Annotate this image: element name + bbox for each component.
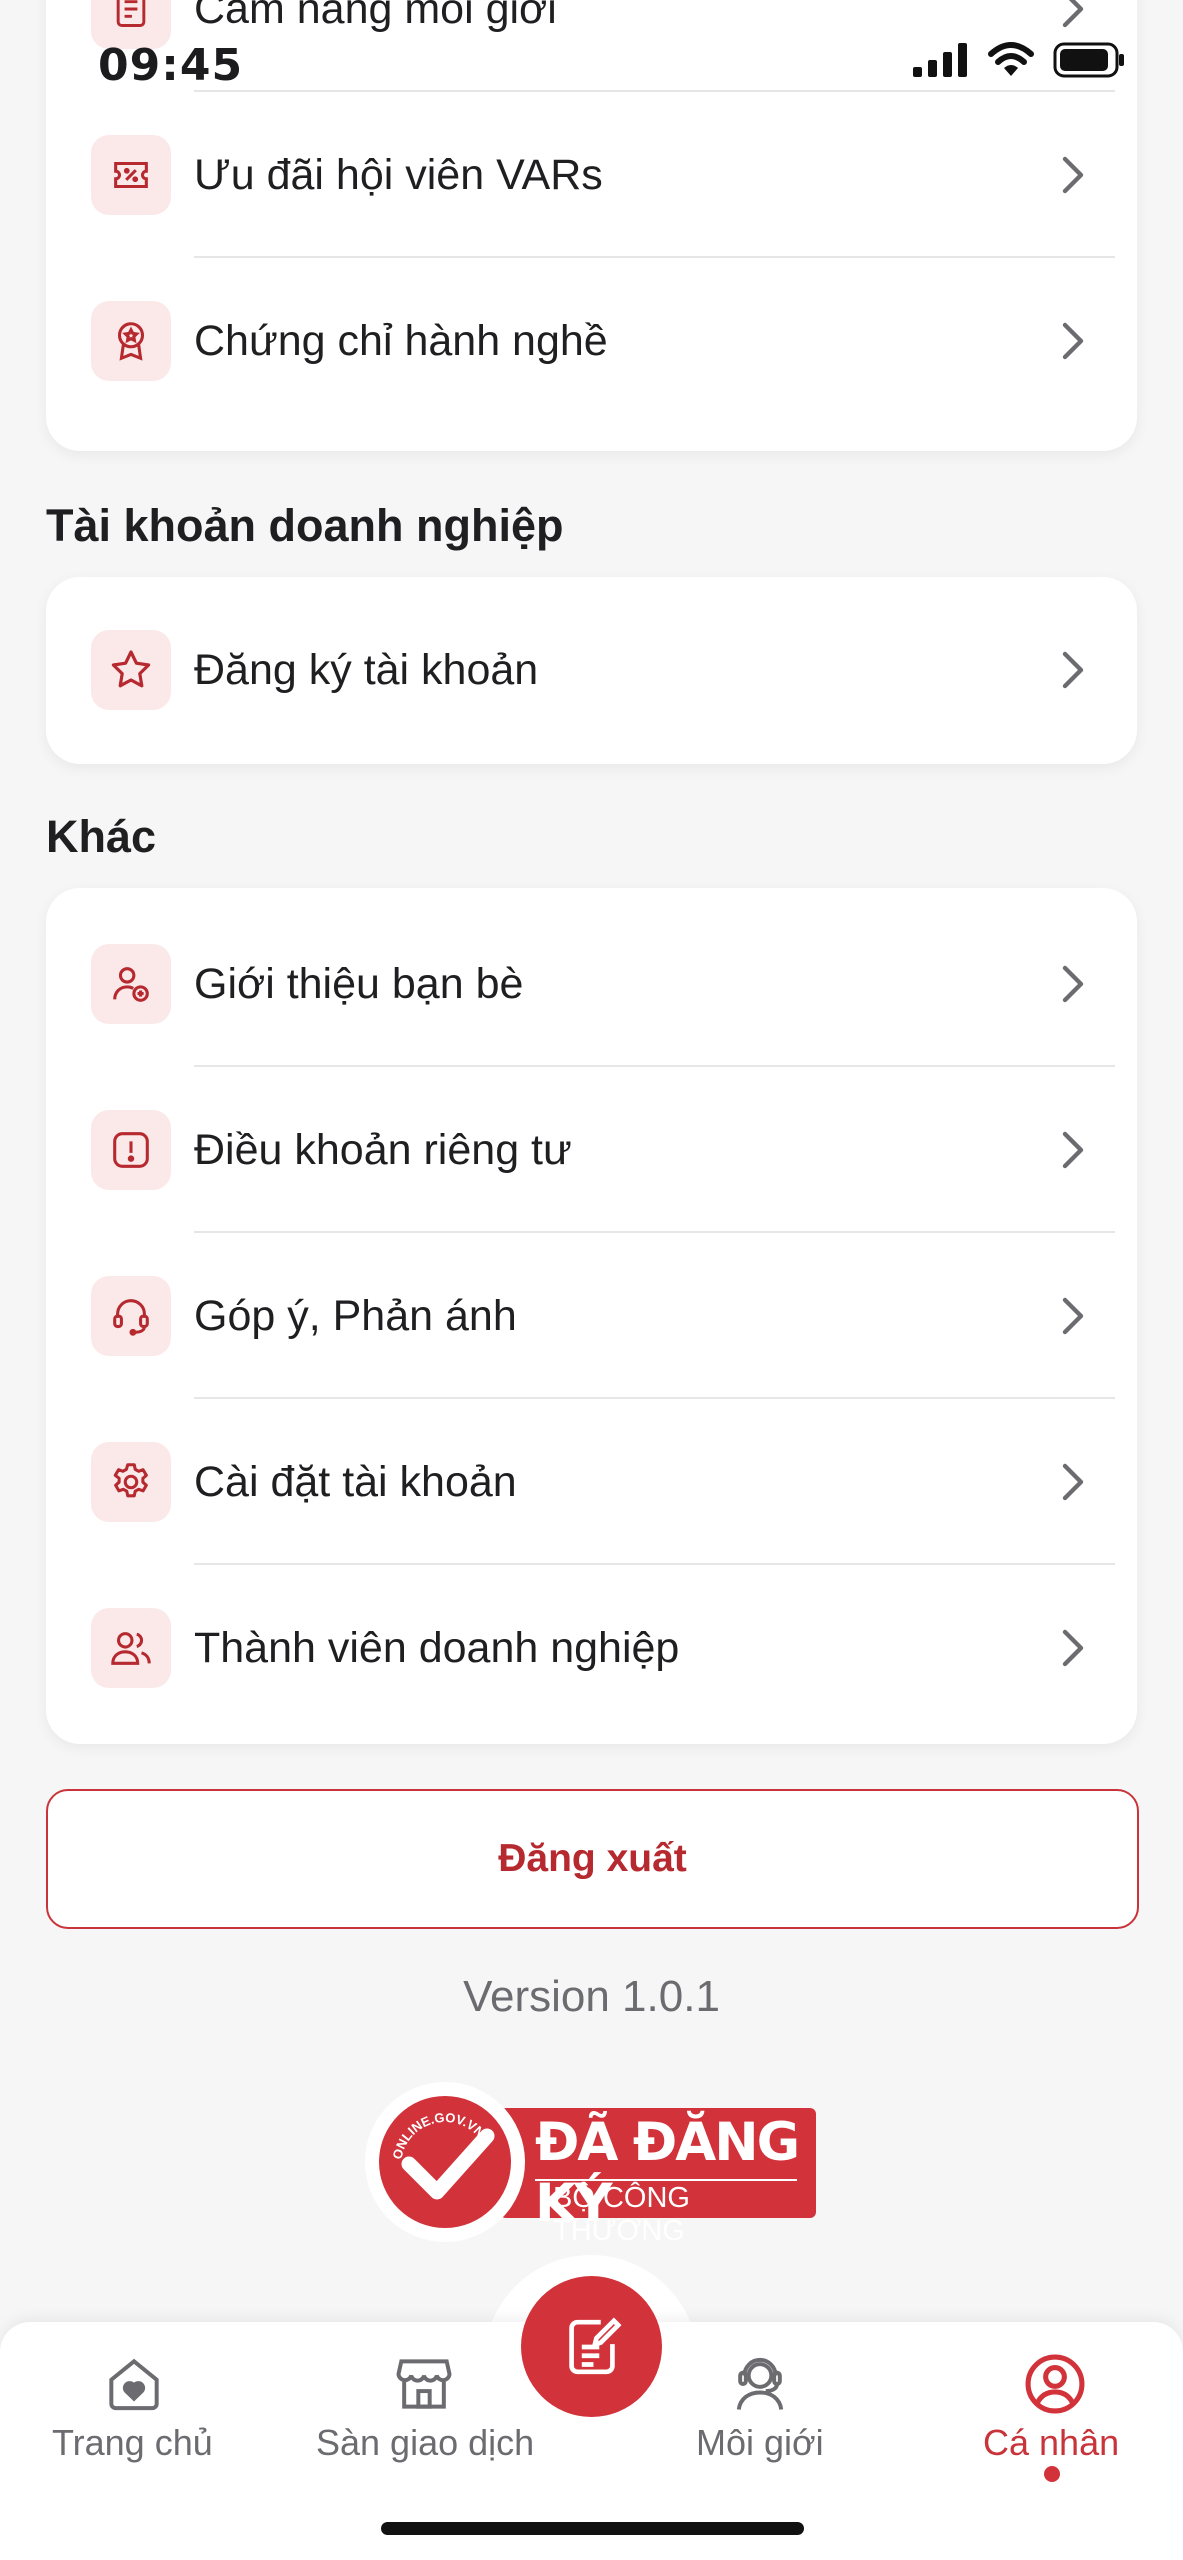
status-time: 09:45 bbox=[98, 40, 244, 91]
star-icon bbox=[91, 630, 171, 710]
tab-label: Cá nhân bbox=[983, 2422, 1120, 2463]
menu-item-label: Ưu đãi hội viên VARs bbox=[194, 151, 603, 199]
menu-item-label: Chứng chỉ hành nghề bbox=[194, 317, 608, 365]
chevron-right-icon bbox=[1062, 1463, 1084, 1501]
chevron-right-icon bbox=[1062, 965, 1084, 1003]
menu-item-dieu-khoan[interactable]: Điều khoản riêng tư bbox=[46, 1067, 1137, 1233]
badge-divider bbox=[535, 2179, 797, 2181]
chevron-right-icon bbox=[1062, 1629, 1084, 1667]
menu-item-label: Cài đặt tài khoản bbox=[194, 1458, 517, 1506]
menu-item-label: Góp ý, Phản ánh bbox=[194, 1292, 517, 1340]
menu-item-label: Đăng ký tài khoản bbox=[194, 646, 539, 694]
menu-item-chung-chi[interactable]: Chứng chỉ hành nghề bbox=[46, 258, 1137, 424]
tab-label: Môi giới bbox=[696, 2422, 824, 2463]
menu-item-gioi-thieu[interactable]: Giới thiệu bạn bè bbox=[46, 901, 1137, 1067]
tab-label: Trang chủ bbox=[52, 2422, 213, 2463]
tab-label: Sàn giao dịch bbox=[316, 2422, 535, 2463]
chevron-right-icon bbox=[1062, 1297, 1084, 1335]
wifi-icon bbox=[988, 42, 1034, 76]
chevron-right-icon bbox=[1062, 322, 1084, 360]
home-heart-icon bbox=[109, 2358, 159, 2411]
version-text: Version 1.0.1 bbox=[463, 1972, 720, 2021]
user-add-icon bbox=[91, 944, 171, 1024]
users-icon bbox=[91, 1608, 171, 1688]
registered-badge[interactable]: ONLINE.GOV.VN ĐÃ ĐĂNG KÝ BỘ CÔNG THƯƠNG bbox=[365, 2082, 825, 2247]
section-title-other: Khác bbox=[46, 811, 157, 862]
chevron-right-icon bbox=[1062, 651, 1084, 689]
chevron-right-icon bbox=[1062, 0, 1084, 28]
menu-item-label: Điều khoản riêng tư bbox=[194, 1126, 572, 1174]
chevron-right-icon bbox=[1062, 1131, 1084, 1169]
menu-item-cai-dat[interactable]: Cài đặt tài khoản bbox=[46, 1399, 1137, 1565]
profile-icon bbox=[1025, 2354, 1085, 2414]
menu-item-label: Thành viên doanh nghiệp bbox=[194, 1624, 680, 1672]
section-title-business: Tài khoản doanh nghiệp bbox=[46, 500, 564, 551]
other-card: Giới thiệu bạn bè Điều khoản riêng tư Gó… bbox=[46, 888, 1137, 1744]
tab-home[interactable]: Trang chủ bbox=[30, 2322, 240, 2560]
battery-icon bbox=[1053, 42, 1124, 78]
business-card: Đăng ký tài khoản bbox=[46, 577, 1137, 764]
menu-item-uu-dai[interactable]: Ưu đãi hội viên VARs bbox=[46, 92, 1137, 258]
checkmark-icon: ONLINE.GOV.VN bbox=[389, 2110, 495, 2200]
alert-icon bbox=[91, 1110, 171, 1190]
home-indicator bbox=[381, 2522, 804, 2535]
cellular-signal-icon bbox=[913, 43, 967, 77]
menu-item-gop-y[interactable]: Góp ý, Phản ánh bbox=[46, 1233, 1137, 1399]
menu-item-dang-ky-tai-khoan[interactable]: Đăng ký tài khoản bbox=[46, 587, 1137, 753]
chevron-right-icon bbox=[1062, 156, 1084, 194]
status-icons bbox=[913, 42, 1125, 78]
post-listing-fab[interactable] bbox=[521, 2276, 662, 2417]
menu-item-label: Cẩm nang môi giới bbox=[194, 0, 557, 33]
edit-document-icon bbox=[568, 2316, 622, 2374]
store-icon bbox=[396, 2359, 452, 2409]
discount-ticket-icon bbox=[91, 135, 171, 215]
badge-line2: BỘ CÔNG THƯƠNG bbox=[553, 2182, 690, 2247]
logout-button[interactable]: Đăng xuất bbox=[46, 1789, 1139, 1929]
tab-profile[interactable]: Cá nhân bbox=[965, 2322, 1145, 2560]
active-tab-indicator bbox=[1044, 2466, 1060, 2482]
certificate-badge-icon bbox=[91, 301, 171, 381]
menu-item-thanh-vien[interactable]: Thành viên doanh nghiệp bbox=[46, 1565, 1137, 1731]
gear-icon bbox=[91, 1442, 171, 1522]
headset-icon bbox=[91, 1276, 171, 1356]
agent-icon bbox=[736, 2358, 784, 2410]
menu-item-label: Giới thiệu bạn bè bbox=[194, 960, 524, 1008]
